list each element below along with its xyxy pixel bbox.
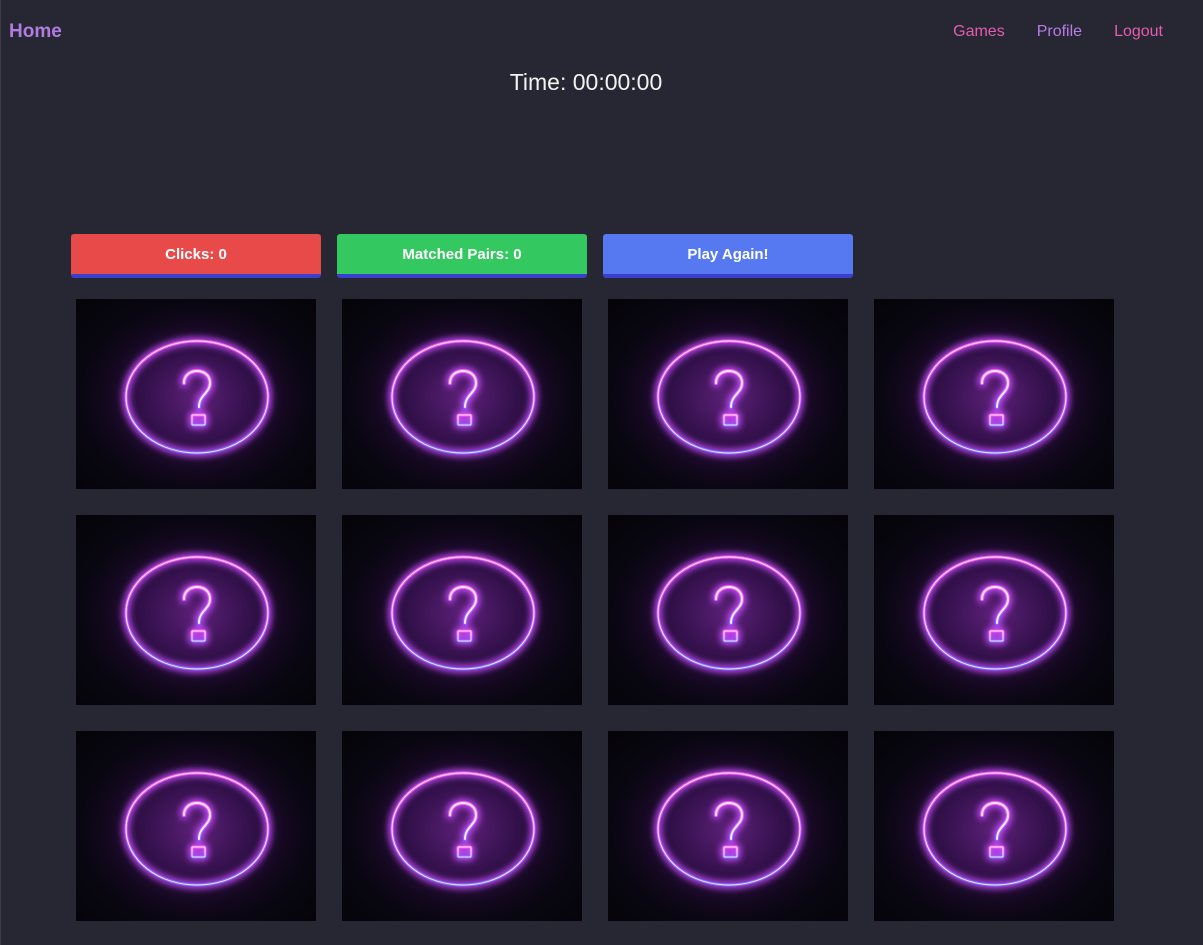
nav-home-link[interactable]: Home [9,20,62,44]
nav-games-link[interactable]: Games [953,20,1005,44]
neon-question-mark-icon [890,309,1100,485]
neon-question-mark-icon [358,309,568,485]
neon-question-mark-icon [92,309,302,485]
memory-card[interactable] [874,299,1114,489]
memory-card[interactable] [342,731,582,921]
neon-question-mark-icon [624,309,834,485]
memory-card[interactable] [76,731,316,921]
memory-card[interactable] [342,515,582,705]
memory-card[interactable] [874,731,1114,921]
memory-card[interactable] [608,515,848,705]
nav-logout-link[interactable]: Logout [1114,20,1163,44]
neon-question-mark-icon [358,525,568,701]
game-timer: Time: 00:00:00 [509,69,663,95]
memory-card[interactable] [608,299,848,489]
memory-card-grid [76,299,1114,921]
neon-question-mark-icon [890,741,1100,917]
neon-question-mark-icon [92,525,302,701]
clicks-counter[interactable]: Clicks: 0 [71,234,321,278]
stats-bar: Clicks: 0 Matched Pairs: 0 Play Again! [71,234,853,278]
memory-card[interactable] [76,515,316,705]
neon-question-mark-icon [890,525,1100,701]
memory-card[interactable] [608,731,848,921]
neon-question-mark-icon [358,741,568,917]
neon-question-mark-icon [624,525,834,701]
top-nav: Games Profile Logout [953,20,1163,44]
neon-question-mark-icon [92,741,302,917]
page-left-border [0,0,1,945]
play-again-button[interactable]: Play Again! [603,234,853,278]
memory-card[interactable] [342,299,582,489]
matched-pairs-counter[interactable]: Matched Pairs: 0 [337,234,587,278]
memory-card[interactable] [874,515,1114,705]
neon-question-mark-icon [624,741,834,917]
memory-card[interactable] [76,299,316,489]
nav-profile-link[interactable]: Profile [1037,20,1082,44]
